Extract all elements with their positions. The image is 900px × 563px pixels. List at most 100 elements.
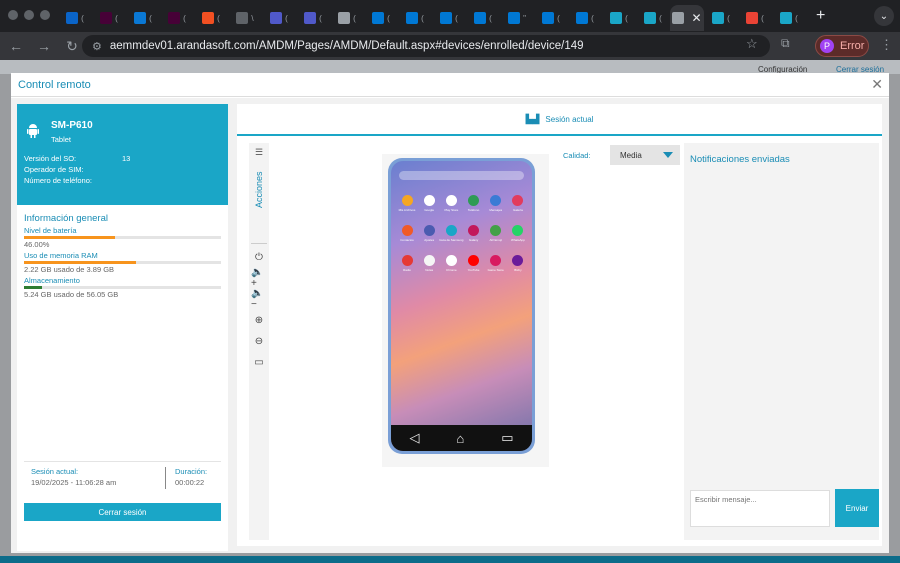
browser-tab[interactable]: ( — [602, 5, 636, 31]
browser-tab-strip: (((((\ (((((((" ((((✕ ((( + ⌄ — [0, 0, 900, 32]
phone-recents-icon[interactable]: ▭ — [501, 430, 513, 446]
browser-tab[interactable]: ( — [432, 5, 466, 31]
app-icon — [445, 195, 457, 206]
profile-button[interactable]: P Error — [815, 35, 869, 57]
browser-tab[interactable]: ( — [296, 5, 330, 31]
browser-tab-label: ( — [727, 13, 730, 23]
modal-close-icon[interactable]: ✕ — [871, 76, 883, 93]
extensions-icon[interactable]: ⧉ — [781, 36, 790, 51]
app-icon — [401, 225, 413, 236]
browser-tab[interactable]: ( — [636, 5, 670, 31]
browser-tab-label: ( — [795, 13, 798, 23]
message-input[interactable] — [690, 490, 830, 527]
browser-tab[interactable]: ( — [262, 5, 296, 31]
phone-app[interactable]: Game Store — [486, 255, 506, 272]
app-name: Notas — [425, 268, 434, 272]
close-session-button[interactable]: Cerrar sesión — [24, 503, 221, 521]
volume-down-icon[interactable]: 🔈− — [251, 288, 267, 310]
browser-menu-icon[interactable]: ⋮ — [880, 37, 893, 53]
tab-current-session-label: Sesión actual — [545, 114, 594, 124]
browser-tab[interactable]: ✕ — [670, 5, 704, 31]
notifications-panel: Notificaciones enviadas Enviar — [684, 143, 879, 540]
window-close-dot[interactable] — [8, 10, 18, 20]
modal-body: SM-P610 Tablet Versión del SO: 13 Operado… — [11, 98, 889, 553]
browser-tab[interactable]: ( — [568, 5, 602, 31]
phone-app[interactable]: Teléfono — [464, 195, 484, 212]
browser-tab-label: ( — [387, 13, 390, 23]
phone-app[interactable]: Contactos — [397, 225, 417, 242]
phone-app[interactable]: Guía de Samsung — [439, 225, 463, 242]
phone-app[interactable]: Ajustes — [419, 225, 439, 242]
address-bar[interactable]: ⚙ aemmdev01.arandasoft.com/AMDM/Pages/AM… — [82, 35, 770, 57]
zoom-out-icon[interactable]: ⊖ — [251, 333, 267, 349]
azure-devops-icon — [542, 12, 555, 24]
session-duration-value: 00:00:22 — [175, 478, 205, 487]
phone-app[interactable]: AR Emoji — [486, 225, 506, 242]
phone-app[interactable]: Bixby — [508, 255, 528, 272]
browser-tab[interactable]: ( — [126, 5, 160, 31]
browser-tab[interactable]: \ — [228, 5, 262, 31]
battery-value: 46.00% — [24, 240, 50, 249]
volume-up-icon[interactable]: 🔈+ — [251, 267, 267, 289]
app-name: Ajustes — [424, 238, 435, 242]
browser-tab[interactable]: ( — [194, 5, 228, 31]
window-minimize-dot[interactable] — [24, 10, 34, 20]
phone-app[interactable]: WhatsApp — [508, 225, 528, 242]
new-tab-button[interactable]: + — [816, 7, 825, 25]
sim-operator-label: Operador de SIM: — [24, 165, 84, 174]
site-info-icon[interactable]: ⚙ — [92, 40, 102, 53]
send-button[interactable]: Enviar — [835, 489, 879, 527]
window-icon — [644, 12, 657, 24]
tab-close-icon[interactable]: ✕ — [691, 11, 701, 25]
phone-app[interactable]: Mensajes — [486, 195, 506, 212]
browser-tab[interactable]: ( — [534, 5, 568, 31]
zoom-in-icon[interactable]: ⊕ — [251, 312, 267, 328]
phone-app[interactable]: Mis Archivos — [397, 195, 417, 212]
bookmark-star-icon[interactable]: ☆ — [746, 36, 758, 52]
phone-app[interactable]: Galaxy — [464, 225, 484, 242]
browser-tab[interactable]: ( — [772, 5, 806, 31]
phone-back-icon[interactable]: ◁ — [409, 430, 419, 446]
phone-app[interactable]: Chrome — [441, 255, 461, 272]
back-icon[interactable]: ← — [4, 38, 28, 54]
tab-search-icon[interactable]: ⌄ — [874, 6, 894, 26]
phone-search-bar[interactable] — [399, 171, 524, 180]
remote-session-panel: ▙▟ Sesión actual ☰ Acciones ⏻ 🔈+ 🔈− ⊕ ⊖ … — [237, 104, 882, 546]
forward-icon[interactable]: → — [32, 38, 56, 54]
browser-tab[interactable]: ( — [704, 5, 738, 31]
phone-app[interactable]: Notas — [419, 255, 439, 272]
phone-screen[interactable]: Mis Archivos Google Play Store Teléfono Mens… — [391, 161, 532, 451]
browser-tab[interactable]: ( — [92, 5, 126, 31]
browser-tab[interactable]: ( — [364, 5, 398, 31]
app-icon — [512, 225, 524, 236]
tab-current-session[interactable]: ▙▟ Sesión actual — [237, 104, 882, 136]
browser-toolbar: ← → ↻ ⚙ aemmdev01.arandasoft.com/AMDM/Pa… — [0, 32, 900, 60]
menu-lines-icon[interactable]: ☰ — [255, 147, 263, 158]
browser-tab[interactable]: ( — [466, 5, 500, 31]
phone-home-icon[interactable]: ⌂ — [456, 431, 464, 446]
phone-app[interactable]: Play Store — [441, 195, 461, 212]
phone-app[interactable]: YouTube — [464, 255, 484, 272]
power-icon[interactable]: ⏻ — [251, 249, 267, 265]
quality-select[interactable]: Media — [610, 145, 680, 165]
phone-app[interactable]: Galería — [508, 195, 528, 212]
browser-tab[interactable]: ( — [330, 5, 364, 31]
window-icon — [780, 12, 793, 24]
phone-app[interactable]: Google — [419, 195, 439, 212]
xd-icon — [168, 12, 181, 24]
phone-app[interactable]: Radio — [397, 255, 417, 272]
browser-tab[interactable]: ( — [398, 5, 432, 31]
browser-tab[interactable]: ( — [58, 5, 92, 31]
browser-tab[interactable]: ( — [160, 5, 194, 31]
window-zoom-dot[interactable] — [40, 10, 50, 20]
folder-icon[interactable]: ▭ — [251, 354, 267, 370]
reload-icon[interactable]: ↻ — [60, 38, 84, 55]
browser-tab[interactable]: ( — [738, 5, 772, 31]
browser-tab-label: ( — [659, 13, 662, 23]
browser-tab[interactable]: " — [500, 5, 534, 31]
ram-label: Uso de memoria RAM — [24, 251, 98, 260]
app-icon — [401, 255, 413, 266]
device-screen-viewer[interactable]: Mis Archivos Google Play Store Teléfono Mens… — [382, 154, 549, 467]
app-name: Radio — [403, 268, 411, 272]
app-name: AR Emoji — [489, 238, 502, 242]
